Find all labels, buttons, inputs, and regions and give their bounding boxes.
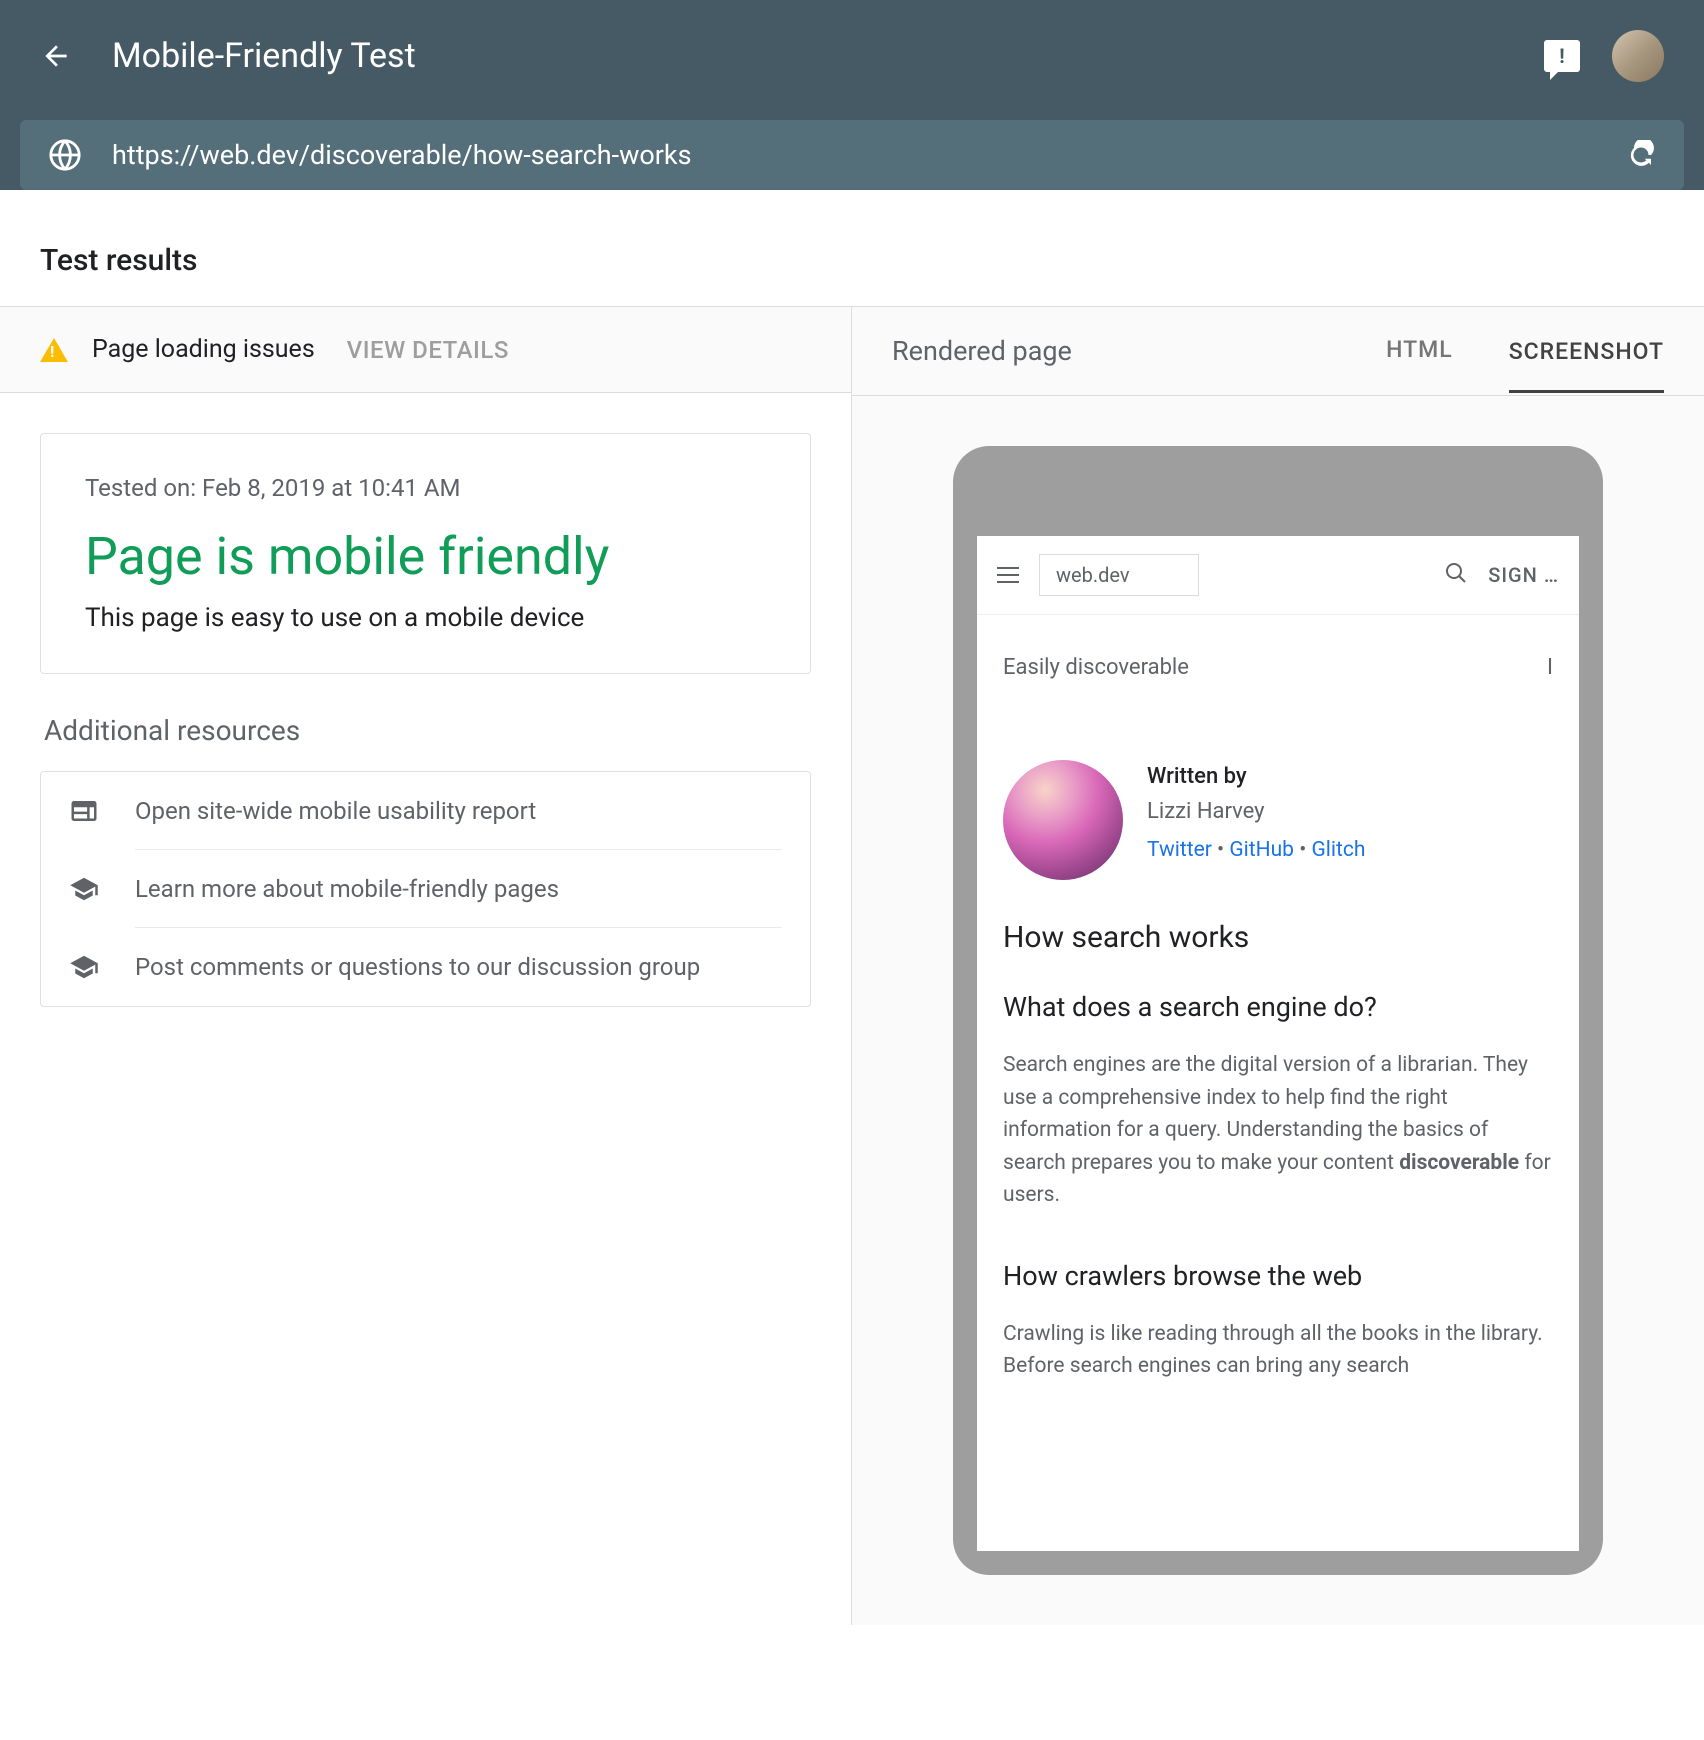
article-heading: What does a search engine do? [1003,991,1553,1023]
preview-body: Written by Lizzi Harvey Twitter • GitHub… [977,700,1579,1451]
twitter-link[interactable]: Twitter [1147,838,1212,862]
school-icon [69,952,99,982]
preview-header: web.dev SIGN … [977,536,1579,615]
verdict-heading: Page is mobile friendly [85,526,766,587]
url-bar: https://web.dev/discoverable/how-search-… [20,120,1684,190]
phone-preview-area: web.dev SIGN … Easily discoverable I [852,396,1704,1625]
globe-icon [48,138,82,172]
app-header: Mobile-Friendly Test ! https://web.dev/d… [0,0,1704,190]
header-right: ! [1544,30,1664,82]
author-block: Written by Lizzi Harvey Twitter • GitHub… [1003,760,1553,880]
sign-in-button[interactable]: SIGN … [1488,563,1559,587]
resource-label: Open site-wide mobile usability report [135,797,782,825]
article-title: How search works [1003,920,1553,955]
article-paragraph: Crawling is like reading through all the… [1003,1318,1553,1383]
glitch-link[interactable]: Glitch [1312,838,1366,862]
additional-heading: Additional resources [40,714,811,747]
tested-on-label: Tested on: Feb 8, 2019 at 10:41 AM [85,474,766,502]
phone-screen: web.dev SIGN … Easily discoverable I [977,536,1579,1551]
app-title: Mobile-Friendly Test [112,36,1504,76]
content-area: Page loading issues VIEW DETAILS Tested … [0,307,1704,1625]
additional-resources: Additional resources Open site-wide mobi… [40,714,811,1007]
header-top-row: Mobile-Friendly Test ! [0,0,1704,120]
tab-screenshot[interactable]: SCREENSHOT [1509,338,1664,393]
github-link[interactable]: GitHub [1229,838,1294,862]
tab-html[interactable]: HTML [1386,336,1453,367]
url-input[interactable]: https://web.dev/discoverable/how-search-… [112,139,1596,171]
refresh-button[interactable] [1626,140,1656,170]
warning-icon [40,338,68,362]
author-links: Twitter • GitHub • Glitch [1147,838,1365,862]
tabs-bar: Rendered page HTML SCREENSHOT [852,307,1704,396]
warning-bar: Page loading issues VIEW DETAILS [0,307,851,393]
author-info: Written by Lizzi Harvey Twitter • GitHub… [1147,760,1365,862]
back-button[interactable] [40,40,72,72]
web-icon [69,796,99,826]
article-heading: How crawlers browse the web [1003,1260,1553,1292]
result-card: Tested on: Feb 8, 2019 at 10:41 AM Page … [40,433,811,674]
preview-breadcrumb: Easily discoverable I [977,615,1579,700]
breadcrumb-indicator: I [1547,655,1553,680]
verdict-subtitle: This page is easy to use on a mobile dev… [85,603,766,633]
preview-domain: web.dev [1039,554,1199,596]
page-title: Test results [40,243,1664,278]
user-avatar[interactable] [1612,30,1664,82]
warning-label: Page loading issues [92,335,315,364]
article-paragraph: Search engines are the digital version o… [1003,1049,1553,1212]
author-avatar [1003,760,1123,880]
search-icon[interactable] [1444,561,1468,589]
resource-item-learn-more[interactable]: Learn more about mobile-friendly pages [41,850,810,928]
left-panel: Page loading issues VIEW DETAILS Tested … [0,307,852,1625]
resource-item-usability-report[interactable]: Open site-wide mobile usability report [41,772,810,850]
written-by-label: Written by [1147,764,1365,789]
resource-list: Open site-wide mobile usability report L… [40,771,811,1007]
resource-item-discussion[interactable]: Post comments or questions to our discus… [41,928,810,1006]
right-panel: Rendered page HTML SCREENSHOT web.dev SI… [852,307,1704,1625]
feedback-icon[interactable]: ! [1544,40,1580,72]
menu-icon[interactable] [997,567,1019,583]
resource-label: Post comments or questions to our discus… [135,953,782,981]
view-details-button[interactable]: VIEW DETAILS [347,336,509,364]
subheader: Test results [0,215,1704,307]
author-name: Lizzi Harvey [1147,799,1365,824]
breadcrumb-text: Easily discoverable [1003,655,1189,680]
phone-frame: web.dev SIGN … Easily discoverable I [953,446,1603,1575]
rendered-page-label: Rendered page [892,335,1330,367]
resource-label: Learn more about mobile-friendly pages [135,875,782,903]
school-icon [69,874,99,904]
